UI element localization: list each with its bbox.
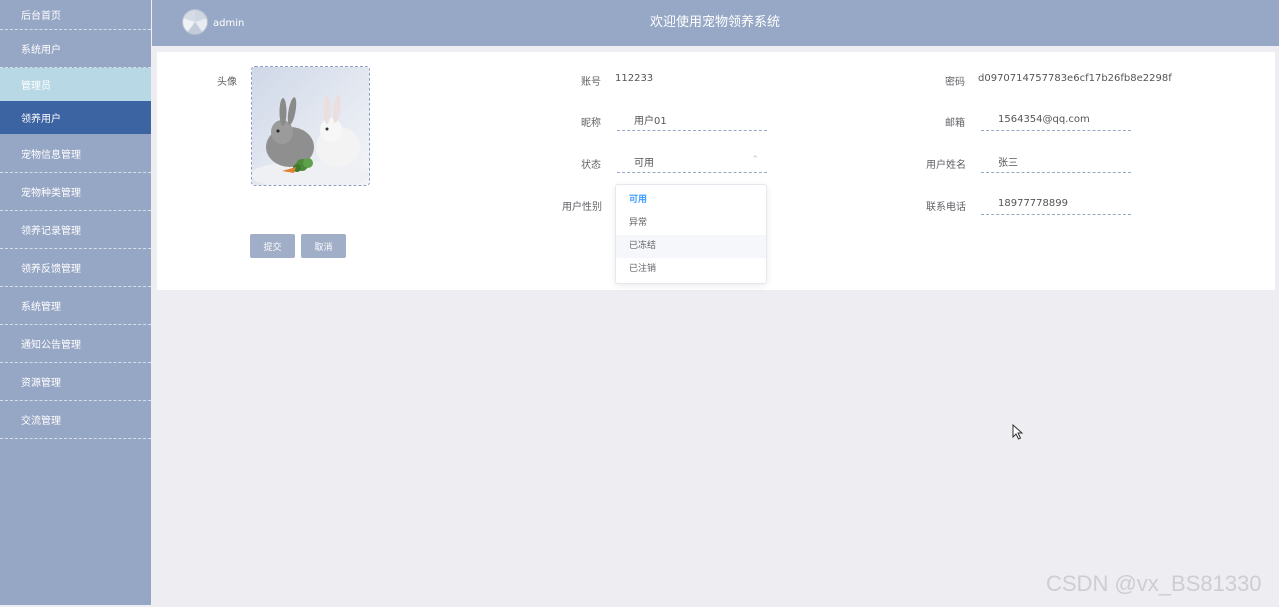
sidebar: 后台首页 系统用户 管理员 领养用户 宠物信息管理 宠物种类管理 领养记录管理 … — [0, 0, 151, 605]
sidebar-item-adopt-records[interactable]: 领养记录管理 — [0, 211, 151, 249]
sidebar-item-exchange[interactable]: 交流管理 — [0, 401, 151, 439]
account-label: 账号 — [581, 77, 601, 88]
sidebar-item-home[interactable]: 后台首页 — [0, 0, 151, 30]
status-option-available[interactable]: 可用 — [616, 189, 766, 212]
sidebar-item-label: 后台首页 — [21, 11, 61, 22]
sidebar-item-label: 领养记录管理 — [21, 226, 81, 237]
sidebar-item-label: 系统用户 — [21, 45, 61, 56]
user-name: admin — [213, 18, 245, 29]
status-value: 可用 — [634, 158, 654, 169]
sidebar-item-resources[interactable]: 资源管理 — [0, 363, 151, 401]
sidebar-item-system-users[interactable]: 系统用户 — [0, 30, 151, 68]
status-option-abnormal[interactable]: 异常 — [616, 212, 766, 235]
password-value: d0970714757783e6cf17b26fb8e2298f — [978, 73, 1172, 84]
status-option-cancelled[interactable]: 已注销 — [616, 258, 766, 281]
sidebar-item-label: 通知公告管理 — [21, 340, 81, 351]
account-value: 112233 — [615, 73, 654, 84]
sidebar-item-label: 系统管理 — [21, 302, 61, 313]
sidebar-item-adopt-feedback[interactable]: 领养反馈管理 — [0, 249, 151, 287]
realname-field[interactable]: 张三 — [981, 151, 1131, 173]
sidebar-item-adopt-users[interactable]: 领养用户 — [0, 101, 151, 134]
status-select[interactable]: 可用 ⌃ — [617, 151, 767, 173]
page-title: 欢迎使用宠物领养系统 — [650, 15, 781, 30]
sidebar-item-label: 管理员 — [21, 81, 51, 92]
email-value: 1564354@qq.com — [998, 114, 1090, 125]
chevron-up-icon: ⌃ — [751, 155, 759, 165]
status-option-frozen[interactable]: 已冻结 — [616, 235, 766, 258]
avatar-label: 头像 — [217, 77, 237, 88]
phone-label: 联系电话 — [926, 202, 966, 213]
sidebar-item-label: 交流管理 — [21, 416, 61, 427]
user-avatar[interactable] — [182, 9, 208, 35]
nickname-label: 昵称 — [581, 118, 601, 129]
mouse-cursor-icon — [1012, 424, 1024, 440]
phone-value: 18977778899 — [998, 198, 1068, 209]
status-label: 状态 — [581, 160, 601, 171]
realname-label: 用户姓名 — [926, 160, 966, 171]
cancel-button[interactable]: 取消 — [301, 234, 346, 258]
email-label: 邮箱 — [945, 118, 965, 129]
sidebar-item-pet-info[interactable]: 宠物信息管理 — [0, 134, 151, 173]
realname-value: 张三 — [998, 158, 1018, 169]
sidebar-item-label: 领养反馈管理 — [21, 264, 81, 275]
submit-button[interactable]: 提交 — [250, 234, 295, 258]
header: admin 欢迎使用宠物领养系统 — [152, 0, 1279, 46]
rabbit-photo — [252, 67, 369, 185]
sidebar-item-admin[interactable]: 管理员 — [0, 68, 151, 101]
sidebar-item-label: 领养用户 — [21, 114, 61, 125]
status-dropdown: 可用 异常 已冻结 已注销 — [615, 184, 767, 284]
sidebar-item-notices[interactable]: 通知公告管理 — [0, 325, 151, 363]
nickname-value: 用户01 — [634, 116, 667, 127]
sidebar-item-system[interactable]: 系统管理 — [0, 287, 151, 325]
sidebar-item-label: 宠物信息管理 — [21, 149, 81, 161]
phone-field[interactable]: 18977778899 — [981, 193, 1131, 215]
sidebar-item-label: 资源管理 — [21, 378, 61, 389]
gender-label: 用户性别 — [562, 202, 602, 213]
avatar-upload[interactable] — [251, 66, 370, 186]
password-label: 密码 — [945, 77, 965, 88]
sidebar-item-pet-category[interactable]: 宠物种类管理 — [0, 173, 151, 211]
watermark: CSDN @vx_BS81330 — [1046, 571, 1262, 596]
sidebar-item-label: 宠物种类管理 — [21, 188, 81, 199]
nickname-field[interactable]: 用户01 — [617, 109, 767, 131]
email-field[interactable]: 1564354@qq.com — [981, 109, 1131, 131]
